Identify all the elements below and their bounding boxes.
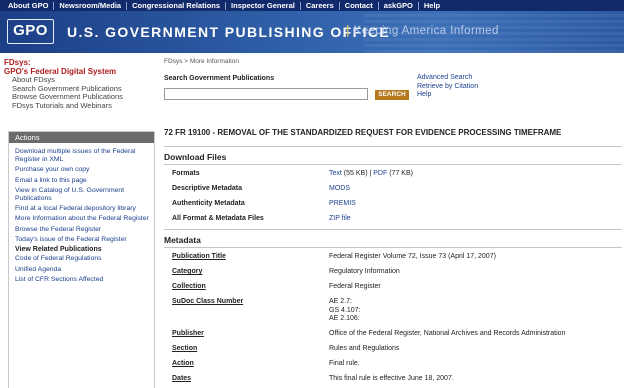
sudoc-value: AE 2.106: [329, 315, 360, 322]
related-lsa[interactable]: List of CFR Sections Affected [15, 276, 150, 284]
sidebar-link-tutorials[interactable]: FDsys Tutorials and Webinars [4, 101, 156, 111]
pdf-format-link[interactable]: PDF [373, 170, 387, 177]
advanced-search-link[interactable]: Advanced Search [417, 74, 478, 83]
related-cfr[interactable]: Code of Federal Regulations [15, 255, 150, 263]
authenticity-metadata-label: Authenticity Metadata [172, 200, 245, 207]
gpo-logo[interactable]: GPO [7, 19, 54, 44]
search-button[interactable]: SEARCH [375, 90, 409, 100]
all-files-label: All Format & Metadata Files [172, 215, 264, 222]
metadata-label[interactable]: Category [172, 268, 202, 275]
divider [164, 229, 622, 230]
formats-label: Formats [172, 170, 200, 177]
metadata-value: Office of the Federal Register, National… [329, 330, 566, 337]
metadata-label[interactable]: Collection [172, 283, 206, 290]
divider [164, 247, 622, 248]
nav-congressional-relations[interactable]: Congressional Relations [127, 0, 225, 11]
text-format-link[interactable]: Text [329, 170, 342, 177]
premis-link[interactable]: PREMIS [329, 200, 356, 207]
metadata-label[interactable]: Dates [172, 375, 191, 382]
action-browse-register[interactable]: Browse the Federal Register [15, 226, 150, 234]
divider [164, 164, 622, 165]
help-link[interactable]: Help [417, 91, 478, 100]
metadata-value: Regulatory Information [329, 268, 400, 275]
divider [164, 146, 622, 147]
nav-newsroom[interactable]: Newsroom/Media [54, 0, 126, 11]
nav-about-gpo[interactable]: About GPO [3, 0, 53, 11]
header-banner: GPO U.S. GOVERNMENT PUBLISHING OFFICE | K… [0, 11, 624, 53]
search-options: Advanced Search Retrieve by Citation Hel… [417, 74, 478, 100]
tagline: | Keeping America Informed [346, 25, 499, 37]
related-publications-heading: View Related Publications [15, 246, 102, 254]
metadata-value: AE 2.7: GS 4.107: AE 2.106: [329, 298, 361, 324]
action-find-library[interactable]: Find at a local Federal depository libra… [15, 205, 150, 213]
metadata-label[interactable]: SuDoc Class Number [172, 298, 243, 305]
metadata-value: This final rule is effective June 18, 20… [329, 375, 454, 382]
action-more-info[interactable]: More Information about the Federal Regis… [15, 215, 150, 223]
nav-askgpo[interactable]: askGPO [379, 0, 418, 11]
metadata-label[interactable]: Publisher [172, 330, 204, 337]
nav-inspector-general[interactable]: Inspector General [226, 0, 300, 11]
action-view-catalog[interactable]: View in Catalog of U.S. Government Publi… [15, 187, 150, 203]
search-label: Search Government Publications [164, 75, 275, 82]
pdf-size: (77 KB) [389, 170, 413, 177]
nav-careers[interactable]: Careers [301, 0, 339, 11]
action-todays-issue[interactable]: Today's issue of the Federal Register [15, 236, 150, 244]
left-sidebar: FDsys: GPO's Federal Digital System Abou… [4, 58, 156, 110]
retrieve-by-citation-link[interactable]: Retrieve by Citation [417, 83, 478, 92]
related-unified-agenda[interactable]: Unified Agenda [15, 266, 150, 274]
metadata-value: Federal Register Volume 72, Issue 73 (Ap… [329, 253, 496, 260]
fdsys-title: FDsys: [4, 58, 31, 67]
breadcrumb[interactable]: FDsys > More Information [164, 58, 622, 65]
text-size: (55 KB) [343, 170, 368, 177]
main-content: FDsys > More Information Search Governme… [164, 58, 622, 382]
document-title: 72 FR 19100 - REMOVAL OF THE STANDARDIZE… [164, 128, 562, 137]
sudoc-value: AE 2.7: [329, 298, 352, 305]
tagline-text: Keeping America Informed [353, 25, 499, 37]
actions-panel: Actions Download multiple issues of the … [8, 131, 155, 388]
search-input[interactable] [164, 88, 368, 100]
action-purchase-copy[interactable]: Purchase your own copy [15, 166, 150, 174]
metadata-value: Rules and Regulations [329, 345, 400, 352]
actions-header: Actions [9, 132, 154, 143]
metadata-value: Final rule. [329, 360, 360, 367]
tagline-separator: | [346, 25, 350, 37]
agency-name: U.S. GOVERNMENT PUBLISHING OFFICE [67, 24, 391, 40]
nav-help[interactable]: Help [419, 0, 445, 11]
download-files-heading: Download Files [164, 152, 227, 162]
metadata-heading: Metadata [164, 235, 201, 245]
metadata-label[interactable]: Action [172, 360, 194, 367]
zip-file-link[interactable]: ZIP file [329, 215, 351, 222]
metadata-value: Federal Register [329, 283, 381, 290]
action-download-xml[interactable]: Download multiple issues of the Federal … [15, 148, 150, 164]
metadata-label[interactable]: Publication Title [172, 253, 226, 260]
action-email-link[interactable]: Email a link to this page [15, 177, 150, 185]
descriptive-metadata-label: Descriptive Metadata [172, 185, 243, 192]
nav-contact[interactable]: Contact [340, 0, 378, 11]
top-navigation: About GPO Newsroom/Media Congressional R… [0, 0, 624, 11]
metadata-label[interactable]: Section [172, 345, 197, 352]
mods-link[interactable]: MODS [329, 185, 350, 192]
sudoc-value: GS 4.107: [329, 306, 361, 314]
format-separator: | [369, 170, 372, 177]
